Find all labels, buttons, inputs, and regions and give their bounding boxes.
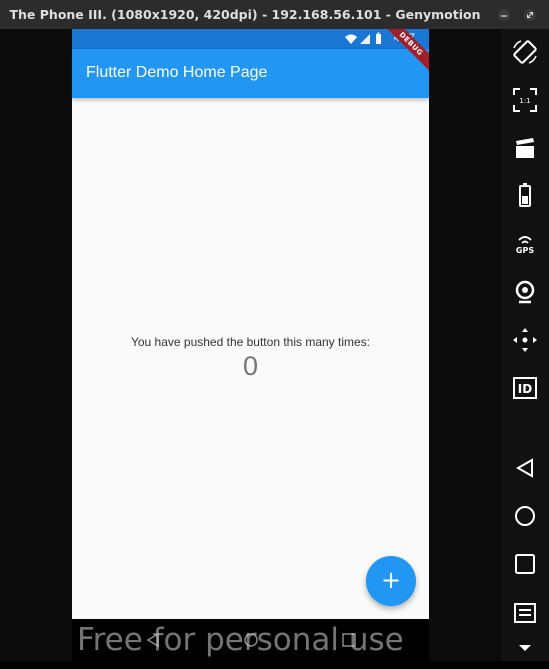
wifi-icon bbox=[345, 34, 357, 44]
chevron-down-icon[interactable] bbox=[509, 633, 541, 665]
back-icon[interactable] bbox=[509, 452, 541, 484]
status-icons bbox=[345, 32, 381, 44]
webcam-icon[interactable] bbox=[509, 276, 541, 308]
fullscreen-icon[interactable]: 1:1 bbox=[509, 84, 541, 116]
genymotion-sidebar: 1:1 GPS ID bbox=[501, 29, 549, 661]
nav-home-icon[interactable] bbox=[242, 631, 260, 649]
android-nav-bar bbox=[72, 619, 429, 661]
status-bar: 4:37 bbox=[72, 29, 429, 49]
home-page-body: You have pushed the button this many tim… bbox=[72, 98, 429, 619]
gps-icon[interactable]: GPS bbox=[509, 228, 541, 260]
nav-recents-icon[interactable] bbox=[340, 631, 358, 649]
nav-back-icon[interactable] bbox=[144, 631, 162, 649]
minimize-icon[interactable] bbox=[497, 8, 511, 22]
phone-screen: 4:37 Flutter Demo Home Page DEBUG You ha… bbox=[72, 29, 429, 619]
svg-text:ID: ID bbox=[518, 382, 532, 396]
recents-icon[interactable] bbox=[509, 548, 541, 580]
home-icon[interactable] bbox=[509, 500, 541, 532]
window-title: The Phone III. (1080x1920, 420dpi) - 192… bbox=[9, 7, 481, 22]
increment-fab-button[interactable]: + bbox=[366, 556, 416, 606]
signal-icon bbox=[360, 34, 370, 44]
add-icon: + bbox=[380, 566, 402, 594]
maximize-icon[interactable] bbox=[523, 8, 537, 22]
app-bar-title: Flutter Demo Home Page bbox=[86, 64, 268, 81]
battery-icon[interactable] bbox=[509, 180, 541, 212]
svg-text:GPS: GPS bbox=[516, 246, 534, 255]
svg-text:1:1: 1:1 bbox=[519, 97, 530, 105]
counter-value: 0 bbox=[242, 351, 259, 381]
app-bar: Flutter Demo Home Page bbox=[72, 49, 429, 98]
move-icon[interactable] bbox=[509, 324, 541, 356]
battery-status-icon bbox=[376, 34, 381, 44]
genymotion-window: The Phone III. (1080x1920, 420dpi) - 192… bbox=[0, 0, 549, 661]
id-icon[interactable]: ID bbox=[509, 372, 541, 404]
camera-clapper-icon[interactable] bbox=[509, 132, 541, 164]
menu-icon[interactable] bbox=[509, 596, 541, 628]
counter-label: You have pushed the button this many tim… bbox=[130, 335, 371, 349]
rotate-icon[interactable] bbox=[509, 36, 541, 68]
window-titlebar[interactable]: The Phone III. (1080x1920, 420dpi) - 192… bbox=[0, 0, 549, 29]
